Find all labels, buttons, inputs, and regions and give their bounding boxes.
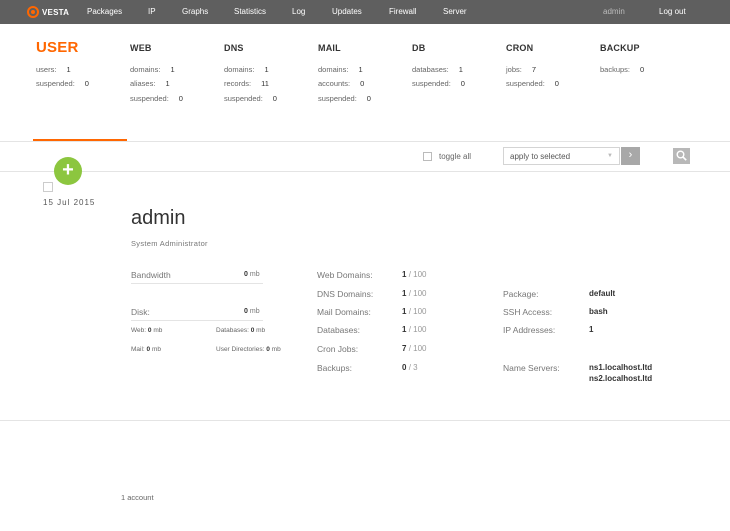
user-name[interactable]: admin [131, 207, 185, 230]
nav-current-user[interactable]: admin [603, 7, 625, 16]
stat-users: users: 1 [36, 65, 71, 74]
package-value: default [589, 289, 616, 298]
bulk-action-select[interactable]: apply to selected ▼ [503, 147, 620, 165]
vesta-logo[interactable]: VESTA [27, 6, 69, 18]
stat-cron-suspended: suspended: 0 [506, 79, 559, 88]
limit-cron-jobs-label: Cron Jobs: [317, 344, 359, 354]
logout-link[interactable]: Log out [659, 7, 686, 16]
limit-mail-domains-value: 1 / 100 [402, 307, 427, 316]
chevron-down-icon: ▼ [607, 153, 613, 159]
top-navbar: VESTA Packages IP Graphs Statistics Log … [0, 0, 730, 24]
tab-title-backup[interactable]: BACKUP [600, 43, 640, 53]
tab-title-dns[interactable]: DNS [224, 43, 244, 53]
nav-server[interactable]: Server [443, 7, 467, 16]
nav-ip[interactable]: IP [148, 7, 156, 16]
stat-cron-jobs: jobs: 7 [506, 65, 537, 74]
limit-web-domains-value: 1 / 100 [402, 270, 427, 279]
bulk-action-selected: apply to selected [510, 152, 571, 161]
stat-mail-domains: domains: 1 [318, 65, 363, 74]
stat-web-suspended: suspended: 0 [130, 94, 183, 103]
divider-toolbar [0, 171, 730, 172]
ssh-access-label: SSH Access: [503, 307, 553, 317]
logo-text: VESTA [42, 7, 70, 17]
divider-bottom [0, 420, 730, 421]
disk-userdirs-usage: User Directories: 0 mb [216, 346, 281, 353]
tab-title-mail[interactable]: MAIL [318, 43, 341, 53]
stat-db-suspended: suspended: 0 [412, 79, 465, 88]
limit-mail-domains-label: Mail Domains: [317, 307, 371, 317]
limit-databases-value: 1 / 100 [402, 325, 427, 334]
ip-addresses-value: 1 [589, 325, 594, 334]
toggle-all-label[interactable]: toggle all [439, 152, 471, 161]
limit-web-domains-label: Web Domains: [317, 270, 373, 280]
toggle-all-checkbox[interactable] [423, 152, 432, 161]
ssh-access-value: bash [589, 307, 608, 316]
nav-graphs[interactable]: Graphs [182, 7, 208, 16]
disk-label: Disk: [131, 307, 150, 317]
stat-web-domains: domains: 1 [130, 65, 175, 74]
name-server-1: ns1.localhost.ltd [589, 363, 653, 372]
tab-title-web[interactable]: WEB [130, 43, 152, 53]
stat-dns-suspended: suspended: 0 [224, 94, 277, 103]
tab-title-db[interactable]: DB [412, 43, 425, 53]
limit-dns-domains-value: 1 / 100 [402, 289, 427, 298]
tab-title-cron[interactable]: CRON [506, 43, 533, 53]
limit-databases-label: Databases: [317, 325, 360, 335]
name-server-2: ns2.localhost.ltd [589, 374, 653, 383]
stat-dns-records: records: 11 [224, 79, 269, 88]
nav-packages[interactable]: Packages [87, 7, 122, 16]
name-servers-label: Name Servers: [503, 363, 560, 373]
vesta-logo-icon [27, 6, 39, 18]
stat-mail-suspended: suspended: 0 [318, 94, 371, 103]
divider-top [0, 141, 730, 142]
nav-firewall[interactable]: Firewall [389, 7, 417, 16]
ip-addresses-label: IP Addresses: [503, 325, 556, 335]
search-icon [676, 150, 687, 161]
bandwidth-bar [131, 283, 263, 284]
user-role: System Administrator [131, 239, 208, 248]
nav-updates[interactable]: Updates [332, 7, 362, 16]
bandwidth-value: 0 mb [244, 271, 260, 278]
stat-backups: backups: 0 [600, 65, 645, 74]
disk-bar [131, 320, 263, 321]
tab-title-user[interactable]: USER [36, 39, 78, 56]
plus-icon: + [62, 159, 74, 181]
search-button[interactable] [673, 148, 690, 164]
limit-backups-label: Backups: [317, 363, 352, 373]
chevron-right-icon: › [628, 149, 633, 161]
package-label: Package: [503, 289, 539, 299]
stat-dns-domains: domains: 1 [224, 65, 269, 74]
apply-action-button[interactable]: › [621, 147, 640, 165]
stat-user-suspended: suspended: 0 [36, 79, 89, 88]
limit-dns-domains-label: DNS Domains: [317, 289, 374, 299]
account-count: 1 account [121, 493, 154, 502]
add-user-button[interactable]: + [54, 157, 82, 185]
bandwidth-label: Bandwidth [131, 270, 171, 280]
disk-web-usage: Web: 0 mb [131, 327, 163, 334]
stat-web-aliases: aliases: 1 [130, 79, 170, 88]
stat-mail-accounts: accounts: 0 [318, 79, 365, 88]
nav-log[interactable]: Log [292, 7, 305, 16]
limit-backups-value: 0 / 3 [402, 363, 418, 372]
row-date: 15 Jul 2015 [43, 198, 96, 207]
disk-mail-usage: Mail: 0 mb [131, 346, 162, 353]
disk-databases-usage: Databases: 0 mb [216, 327, 266, 334]
limit-cron-jobs-value: 7 / 100 [402, 344, 427, 353]
stat-db-databases: databases: 1 [412, 65, 463, 74]
disk-value: 0 mb [244, 308, 260, 315]
nav-statistics[interactable]: Statistics [234, 7, 266, 16]
row-checkbox[interactable] [43, 182, 53, 192]
